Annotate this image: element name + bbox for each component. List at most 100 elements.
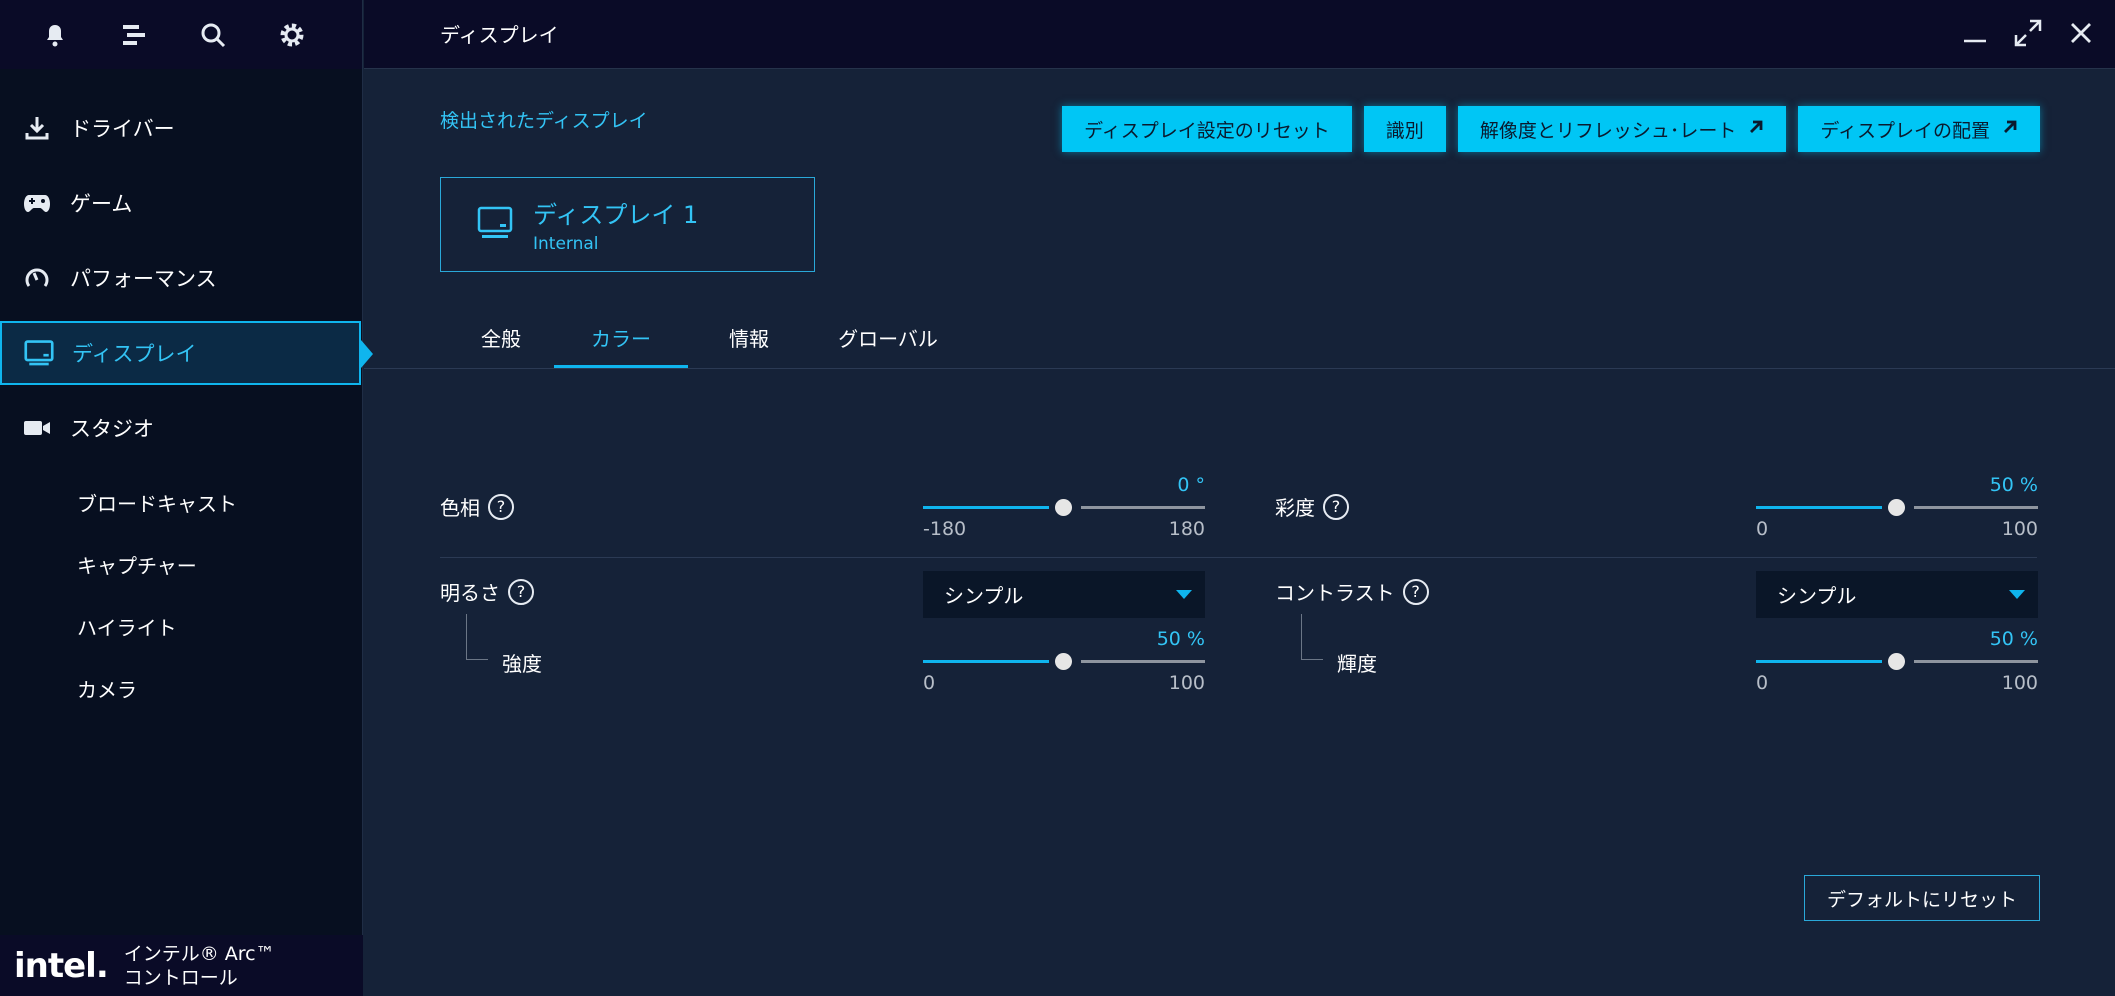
intensity-value: 50 % xyxy=(1156,628,1205,650)
list-icon[interactable] xyxy=(116,17,152,53)
download-icon xyxy=(22,113,52,143)
intel-logo: intel. xyxy=(14,945,109,986)
window-controls xyxy=(1963,18,2093,52)
tab-global[interactable]: グローバル xyxy=(838,323,938,368)
sidebar-item-game[interactable]: ゲーム xyxy=(0,171,363,235)
saturation-slider[interactable]: 50 % 0 100 xyxy=(1756,474,2038,540)
intensity-max: 100 xyxy=(1168,672,1205,694)
brand-footer: intel. インテル® Arc™ コントロール xyxy=(0,935,363,996)
sidebar-toolbar xyxy=(0,0,362,69)
brightness-label-group: 明るさ ? xyxy=(440,577,534,606)
slider-track-empty xyxy=(1914,660,2038,663)
button-label: 解像度とリフレッシュ･レート xyxy=(1479,119,1737,142)
intensity-slider[interactable]: 50 % 0 100 xyxy=(923,628,1205,694)
gear-icon[interactable] xyxy=(274,17,310,53)
expand-icon[interactable] xyxy=(2013,18,2043,52)
display-type: Internal xyxy=(533,234,599,254)
intensity-label: 強度 xyxy=(502,652,542,676)
tree-connector xyxy=(1301,614,1323,660)
saturation-min: 0 xyxy=(1756,518,1769,540)
display-name: ディスプレイ 1 xyxy=(533,201,699,229)
luminance-min: 0 xyxy=(1756,672,1769,694)
help-icon[interactable]: ? xyxy=(488,493,514,520)
brightness-mode-select[interactable]: シンプル xyxy=(923,571,1205,618)
select-value: シンプル xyxy=(944,584,1024,608)
intensity-min: 0 xyxy=(923,672,936,694)
slider-track-filled xyxy=(923,660,1049,663)
tab-general[interactable]: 全般 xyxy=(476,323,526,368)
gamepad-icon xyxy=(22,188,52,218)
bell-icon[interactable] xyxy=(37,17,73,53)
help-icon[interactable]: ? xyxy=(1402,578,1429,605)
resolution-refresh-button[interactable]: 解像度とリフレッシュ･レート xyxy=(1457,106,1787,152)
contrast-label: コントラスト xyxy=(1275,581,1395,605)
button-label: ディスプレイの配置 xyxy=(1820,119,1990,142)
identify-button[interactable]: 識別 xyxy=(1363,106,1446,152)
minimize-icon[interactable] xyxy=(1963,21,1987,49)
search-icon[interactable] xyxy=(195,17,231,53)
sidebar-item-performance[interactable]: パフォーマンス xyxy=(0,246,363,310)
header-buttons: ディスプレイ設定のリセット 識別 解像度とリフレッシュ･レート ディスプレイの配… xyxy=(1062,106,2040,152)
slider-thumb[interactable] xyxy=(1055,499,1072,516)
sidebar-item-label: スタジオ xyxy=(70,417,154,441)
tab-color[interactable]: カラー xyxy=(554,323,688,368)
external-link-icon xyxy=(1748,118,1764,140)
sidebar-item-label: パフォーマンス xyxy=(70,267,217,291)
slider-track-empty xyxy=(1914,506,2038,509)
slider-track-filled xyxy=(1756,506,1882,509)
sidebar-subitem-broadcast[interactable]: ブロードキャスト xyxy=(0,471,363,533)
reset-display-settings-button[interactable]: ディスプレイ設定のリセット xyxy=(1062,106,1352,152)
saturation-value: 50 % xyxy=(1989,474,2038,496)
sidebar-item-label: ドライバー xyxy=(70,117,175,141)
hue-min: -180 xyxy=(923,518,967,540)
help-icon[interactable]: ? xyxy=(508,578,534,605)
help-icon[interactable]: ? xyxy=(1323,493,1349,520)
external-link-icon xyxy=(2002,118,2018,140)
sidebar-item-studio[interactable]: スタジオ xyxy=(0,396,363,460)
hue-label: 色相 xyxy=(440,496,480,520)
sidebar-subitem-capture[interactable]: キャプチャー xyxy=(0,533,363,595)
sidebar-item-driver[interactable]: ドライバー xyxy=(0,96,363,160)
contrast-mode-select[interactable]: シンプル xyxy=(1756,571,2038,618)
sidebar-item-display[interactable]: ディスプレイ xyxy=(0,321,373,385)
button-label: デフォルトにリセット xyxy=(1826,888,2017,911)
contrast-label-group: コントラスト ? xyxy=(1275,577,1429,606)
slider-track-empty xyxy=(1081,506,1205,509)
brightness-label: 明るさ xyxy=(440,581,500,605)
slider-thumb[interactable] xyxy=(1888,499,1905,516)
saturation-max: 100 xyxy=(2001,518,2038,540)
page-title: ディスプレイ xyxy=(440,23,559,47)
camera-icon xyxy=(22,413,52,443)
luminance-label: 輝度 xyxy=(1337,652,1377,676)
button-label: 識別 xyxy=(1385,119,1424,142)
close-icon[interactable] xyxy=(2069,21,2093,49)
monitor-icon xyxy=(24,338,54,368)
sidebar-item-label: ディスプレイ xyxy=(72,342,197,366)
tab-divider xyxy=(364,368,2115,369)
luminance-max: 100 xyxy=(2001,672,2038,694)
sidebar: ドライバー ゲーム パフォーマンス ディスプレイ スタジオ ブロードキャスト キ… xyxy=(0,0,373,996)
sidebar-subitem-highlight[interactable]: ハイライト xyxy=(0,595,363,657)
hue-slider[interactable]: 0 ° -180 180 xyxy=(923,474,1205,540)
gauge-icon xyxy=(22,263,52,293)
display-arrangement-button[interactable]: ディスプレイの配置 xyxy=(1798,106,2040,152)
chevron-down-icon xyxy=(2009,590,2025,599)
reset-to-default-button[interactable]: デフォルトにリセット xyxy=(1803,875,2040,921)
brand-line1: インテル® Arc™ xyxy=(123,942,275,965)
sidebar-nav: ドライバー ゲーム パフォーマンス ディスプレイ スタジオ ブロードキャスト キ… xyxy=(0,96,373,719)
detected-displays-label: 検出されたディスプレイ xyxy=(440,110,648,132)
tree-connector xyxy=(466,614,488,660)
slider-track-filled xyxy=(923,506,1049,509)
monitor-icon xyxy=(477,206,513,244)
row-divider xyxy=(440,557,2037,558)
slider-thumb[interactable] xyxy=(1888,653,1905,670)
hue-max: 180 xyxy=(1168,518,1205,540)
display-card[interactable]: ディスプレイ 1 Internal xyxy=(440,177,815,272)
button-label: ディスプレイ設定のリセット xyxy=(1084,119,1330,142)
sidebar-subitem-camera[interactable]: カメラ xyxy=(0,657,363,719)
display-card-text: ディスプレイ 1 Internal xyxy=(533,195,698,254)
slider-thumb[interactable] xyxy=(1055,653,1072,670)
luminance-slider[interactable]: 50 % 0 100 xyxy=(1756,628,2038,694)
tab-info[interactable]: 情報 xyxy=(724,323,774,368)
slider-track-empty xyxy=(1081,660,1205,663)
